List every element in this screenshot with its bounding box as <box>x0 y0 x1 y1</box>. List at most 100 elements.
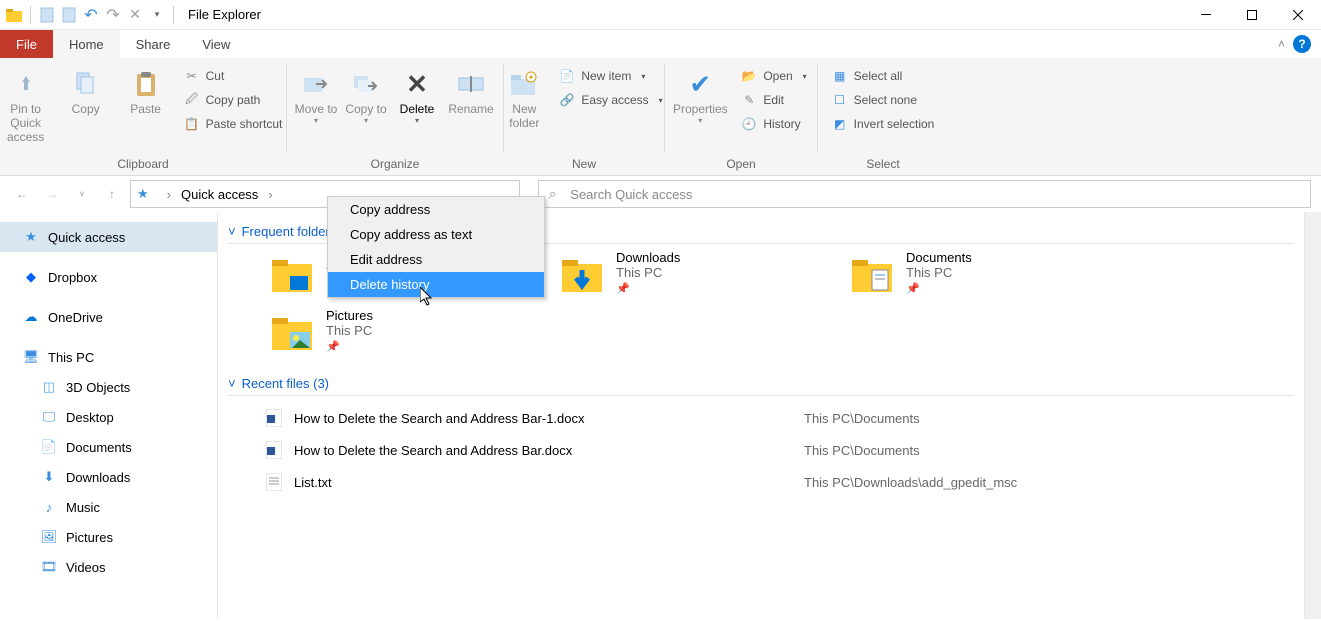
dropbox-icon: ◆ <box>22 268 40 286</box>
paste-shortcut-button[interactable]: 📋Paste shortcut <box>178 114 289 134</box>
cut-button[interactable]: ✂Cut <box>178 66 289 86</box>
paste-button[interactable]: Paste <box>118 62 174 116</box>
history-button[interactable]: 🕘History <box>735 114 812 134</box>
videos-icon: 🎞 <box>40 558 58 576</box>
new-folder-button[interactable]: ✦New folder <box>499 62 549 130</box>
delete-button[interactable]: ✕Delete▾ <box>393 62 441 125</box>
qat-delete-icon[interactable]: ✕ <box>125 5 145 25</box>
window-title: File Explorer <box>188 7 261 22</box>
music-icon: ♪ <box>40 498 58 516</box>
pin-quick-access-button[interactable]: Pin to Quick access <box>0 62 54 144</box>
recent-dropdown-icon[interactable]: ˅ <box>70 182 94 206</box>
edit-button[interactable]: ✎Edit <box>735 90 812 110</box>
easy-access-button[interactable]: 🔗Easy access▾ <box>553 90 668 110</box>
tab-share[interactable]: Share <box>120 30 187 58</box>
folder-icon <box>848 250 896 298</box>
ctx-edit-address[interactable]: Edit address <box>328 247 544 272</box>
chevron-down-icon: ˅ <box>228 224 236 239</box>
breadcrumb-current[interactable]: Quick access <box>181 187 258 202</box>
sidebar-item-documents[interactable]: 📄Documents <box>0 432 217 462</box>
copy-to-icon <box>350 68 382 100</box>
properties-button[interactable]: ✔Properties▾ <box>669 62 731 125</box>
scrollbar[interactable] <box>1304 212 1321 619</box>
app-icon <box>4 5 24 25</box>
paste-shortcut-icon: 📋 <box>184 116 200 132</box>
docx-icon <box>264 408 284 428</box>
sidebar-item-videos[interactable]: 🎞Videos <box>0 552 217 582</box>
desktop-icon: 🖵 <box>40 408 58 426</box>
up-button[interactable]: ↑ <box>100 182 124 206</box>
delete-icon: ✕ <box>401 68 433 100</box>
search-input[interactable]: ⌕ Search Quick access <box>538 180 1311 208</box>
qat-properties-icon[interactable] <box>59 5 79 25</box>
docx-icon <box>264 440 284 460</box>
forward-button[interactable]: → <box>40 182 64 206</box>
copy-path-button[interactable]: 🖉Copy path <box>178 90 289 110</box>
file-item[interactable]: List.txt This PC\Downloads\add_gpedit_ms… <box>264 466 1294 498</box>
select-none-icon: ☐ <box>832 92 848 108</box>
history-icon: 🕘 <box>741 116 757 132</box>
sidebar-item-music[interactable]: ♪Music <box>0 492 217 522</box>
cut-icon: ✂ <box>184 68 200 84</box>
ribbon-tabs: File Home Share View ˄ ? <box>0 30 1321 58</box>
sidebar-item-dropbox[interactable]: ◆Dropbox <box>0 262 217 292</box>
new-item-icon: 📄 <box>559 68 575 84</box>
sidebar-item-quick-access[interactable]: ★Quick access <box>0 222 217 252</box>
navigation-pane: ★Quick access ◆Dropbox ☁OneDrive 🖥This P… <box>0 212 218 619</box>
pin-icon: 📌 <box>906 282 972 295</box>
close-button[interactable] <box>1275 0 1321 30</box>
move-to-button[interactable]: Move to▾ <box>293 62 339 125</box>
qat-dropdown-icon[interactable]: ▾ <box>147 5 167 25</box>
new-group-label: New <box>510 155 658 175</box>
sidebar-item-downloads[interactable]: ⬇Downloads <box>0 462 217 492</box>
qat-new-icon[interactable] <box>37 5 57 25</box>
chevron-down-icon: ˅ <box>228 376 236 391</box>
easy-access-icon: 🔗 <box>559 92 575 108</box>
sidebar-item-3d-objects[interactable]: ◫3D Objects <box>0 372 217 402</box>
maximize-button[interactable] <box>1229 0 1275 30</box>
minimize-button[interactable] <box>1183 0 1229 30</box>
copy-button[interactable]: Copy <box>58 62 114 116</box>
select-all-icon: ▦ <box>832 68 848 84</box>
sidebar-item-onedrive[interactable]: ☁OneDrive <box>0 302 217 332</box>
invert-selection-icon: ◩ <box>832 116 848 132</box>
ctx-copy-address-text[interactable]: Copy address as text <box>328 222 544 247</box>
chevron-right-icon[interactable]: › <box>268 187 272 202</box>
sidebar-item-desktop[interactable]: 🖵Desktop <box>0 402 217 432</box>
copy-to-button[interactable]: Copy to▾ <box>343 62 389 125</box>
tab-view[interactable]: View <box>186 30 246 58</box>
onedrive-icon: ☁ <box>22 308 40 326</box>
recent-files-header[interactable]: ˅ Recent files (3) <box>228 376 1294 396</box>
file-item[interactable]: How to Delete the Search and Address Bar… <box>264 402 1294 434</box>
new-item-button[interactable]: 📄New item▾ <box>553 66 668 86</box>
quick-access-star-icon: ★ <box>137 186 149 202</box>
open-button[interactable]: 📂Open▾ <box>735 66 812 86</box>
pc-icon: 🖥 <box>22 348 40 366</box>
sidebar-item-this-pc[interactable]: 🖥This PC <box>0 342 217 372</box>
folder-pictures[interactable]: PicturesThis PC📌 <box>268 308 548 356</box>
help-icon[interactable]: ? <box>1293 35 1311 53</box>
ctx-copy-address[interactable]: Copy address <box>328 197 544 222</box>
ctx-delete-history[interactable]: Delete history <box>328 272 544 297</box>
pin-icon: 📌 <box>326 340 373 353</box>
rename-button[interactable]: Rename <box>445 62 497 116</box>
file-item[interactable]: How to Delete the Search and Address Bar… <box>264 434 1294 466</box>
search-placeholder: Search Quick access <box>570 187 692 202</box>
select-none-button[interactable]: ☐Select none <box>826 90 941 110</box>
invert-selection-button[interactable]: ◩Invert selection <box>826 114 941 134</box>
qat-undo-icon[interactable]: ↶ <box>81 5 101 25</box>
downloads-icon: ⬇ <box>40 468 58 486</box>
properties-icon: ✔ <box>684 68 716 100</box>
back-button[interactable]: ← <box>10 182 34 206</box>
qat-redo-icon[interactable]: ↷ <box>103 5 123 25</box>
folder-downloads[interactable]: DownloadsThis PC📌 <box>558 250 838 298</box>
tab-home[interactable]: Home <box>53 30 120 58</box>
sidebar-item-pictures[interactable]: 🖼Pictures <box>0 522 217 552</box>
rename-icon <box>455 68 487 100</box>
folder-documents[interactable]: DocumentsThis PC📌 <box>848 250 1128 298</box>
folder-icon <box>558 250 606 298</box>
collapse-ribbon-icon[interactable]: ˄ <box>1278 37 1285 51</box>
chevron-right-icon[interactable]: › <box>167 187 171 202</box>
tab-file[interactable]: File <box>0 30 53 58</box>
select-all-button[interactable]: ▦Select all <box>826 66 941 86</box>
